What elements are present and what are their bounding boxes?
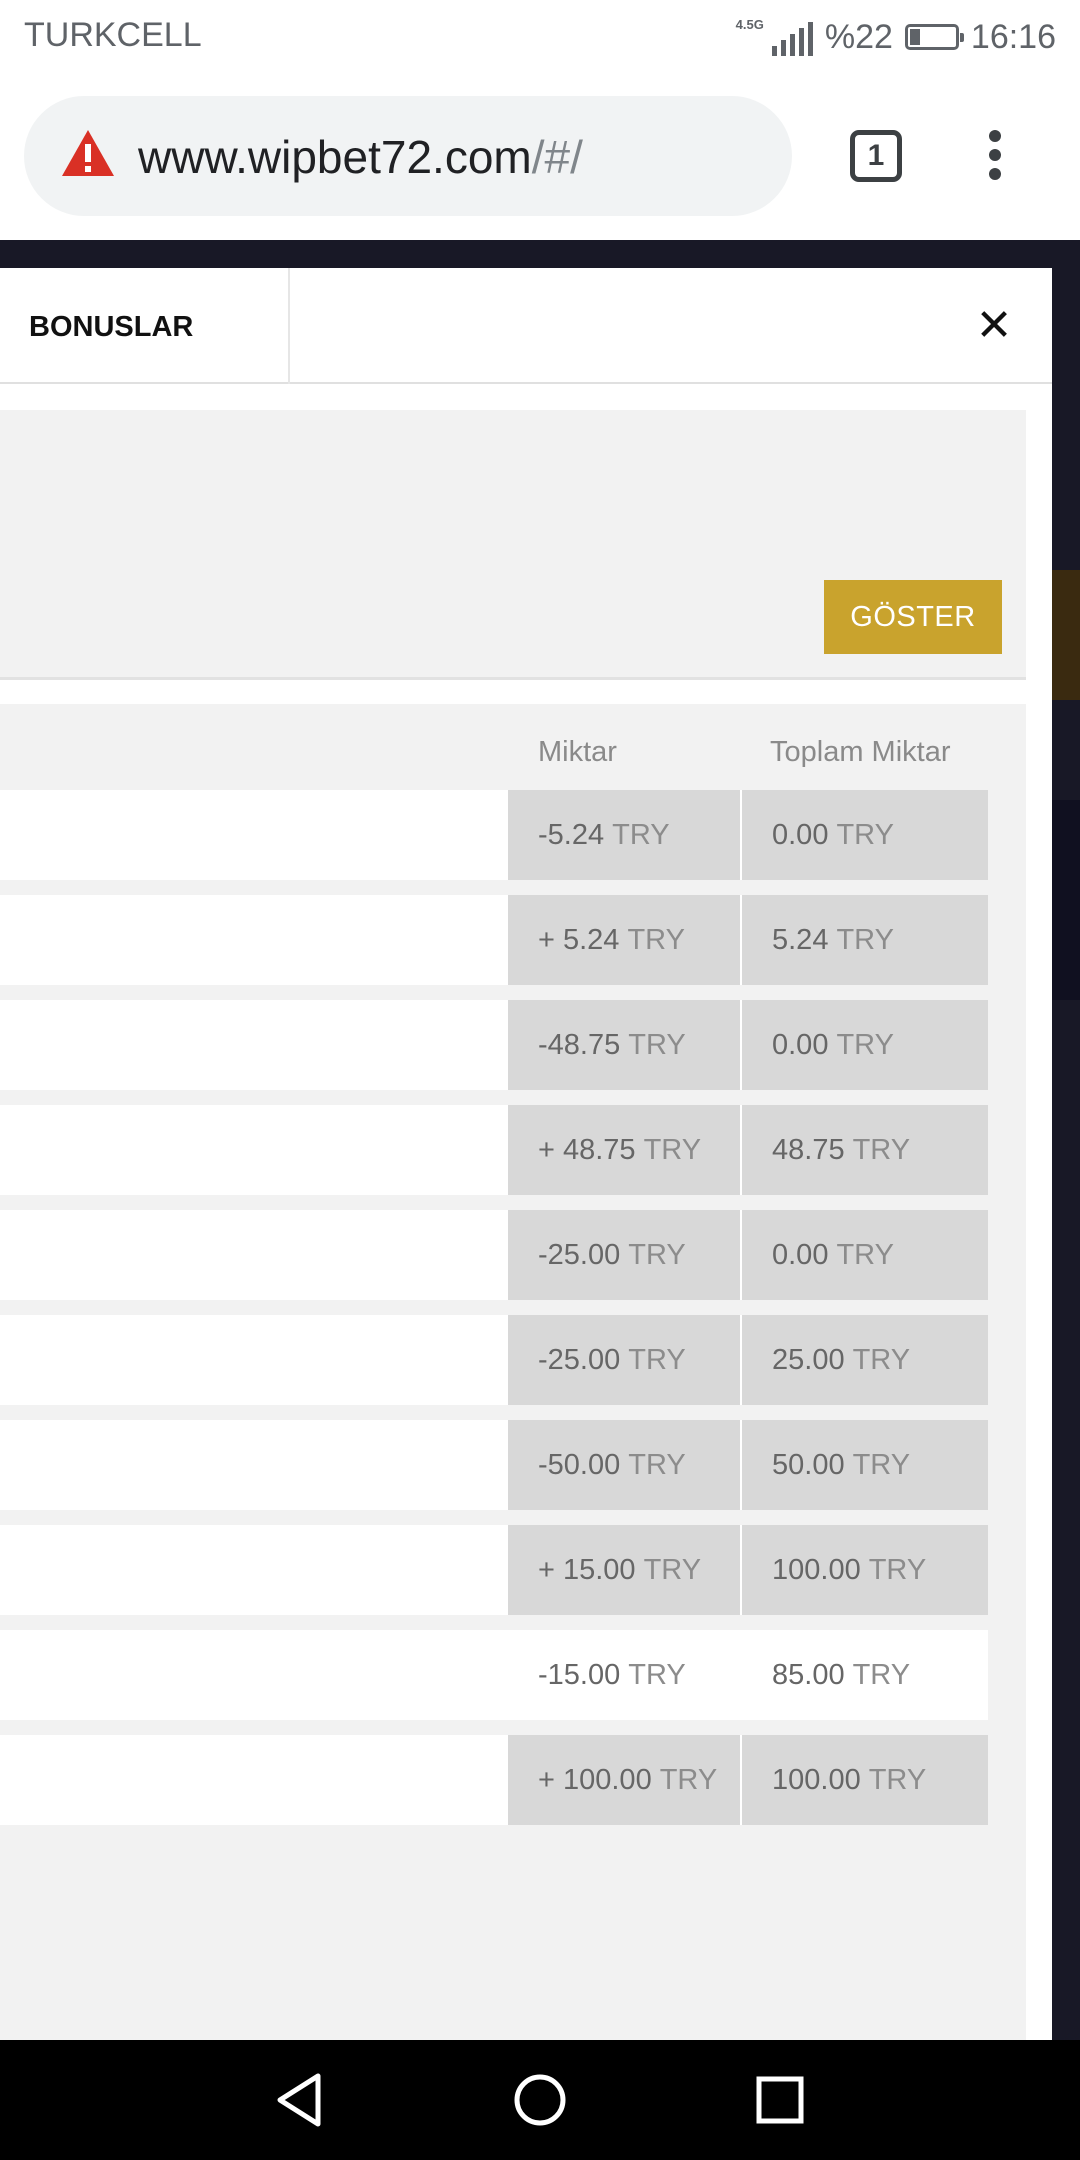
- home-circle-icon[interactable]: [510, 2070, 570, 2130]
- amount-cell: -5.24 TRY: [508, 790, 740, 880]
- table-row: + 15.00 TRY 100.00 TRY: [0, 1525, 988, 1615]
- total-cell: 5.24 TRY: [742, 895, 988, 985]
- battery-percent: %22: [824, 17, 893, 56]
- tab-bonuslar[interactable]: BONUSLAR: [0, 268, 290, 384]
- network-type: 4.5G: [735, 17, 764, 32]
- table-row: + 100.00 TRY 100.00 TRY: [0, 1735, 988, 1825]
- total-cell: 0.00 TRY: [742, 790, 988, 880]
- column-header-total: Toplam Miktar: [770, 736, 951, 768]
- column-header-amount: Miktar: [538, 736, 617, 768]
- warning-triangle-icon[interactable]: [60, 128, 116, 178]
- tab-switcher-button[interactable]: 1: [850, 130, 902, 182]
- amount-cell: + 100.00 TRY: [508, 1735, 740, 1825]
- more-vert-icon[interactable]: [980, 130, 1010, 186]
- close-icon[interactable]: ✕: [972, 304, 1016, 348]
- panel-header: BONUSLAR ✕: [0, 268, 1052, 384]
- recents-square-icon[interactable]: [750, 2070, 810, 2130]
- table-row: -15.00 TRY 85.00 TRY: [0, 1630, 988, 1720]
- browser-toolbar: www.wipbet72.com/#/ 1: [0, 74, 1080, 240]
- total-cell: 85.00 TRY: [742, 1630, 988, 1720]
- total-cell: 50.00 TRY: [742, 1420, 988, 1510]
- total-cell: 0.00 TRY: [742, 1000, 988, 1090]
- amount-cell: -25.00 TRY: [508, 1315, 740, 1405]
- amount-cell: + 5.24 TRY: [508, 895, 740, 985]
- total-cell: 0.00 TRY: [742, 1210, 988, 1300]
- tab-count: 1: [867, 139, 885, 172]
- table-row: -25.00 TRY 0.00 TRY: [0, 1210, 988, 1300]
- carrier-name: TURKCELL: [24, 16, 202, 54]
- total-cell: 100.00 TRY: [742, 1735, 988, 1825]
- amount-cell: -48.75 TRY: [508, 1000, 740, 1090]
- tab-bonuslar-label: BONUSLAR: [29, 311, 194, 343]
- table-row: + 48.75 TRY 48.75 TRY: [0, 1105, 988, 1195]
- table-row: -5.24 TRY 0.00 TRY: [0, 790, 988, 880]
- status-indicators: 4.5G %22 16:16: [736, 12, 1056, 62]
- total-cell: 100.00 TRY: [742, 1525, 988, 1615]
- address-bar[interactable]: www.wipbet72.com/#/: [24, 96, 792, 216]
- bonus-panel: BONUSLAR ✕ GÖSTER Miktar Toplam Miktar -…: [0, 268, 1052, 2040]
- back-triangle-icon[interactable]: [270, 2070, 330, 2130]
- total-cell: 48.75 TRY: [742, 1105, 988, 1195]
- filter-section: GÖSTER: [0, 410, 1026, 680]
- total-cell: 25.00 TRY: [742, 1315, 988, 1405]
- url-domain: www.wipbet72.com: [138, 131, 532, 183]
- battery-icon: [904, 24, 964, 50]
- table-row: -50.00 TRY 50.00 TRY: [0, 1420, 988, 1510]
- show-button[interactable]: GÖSTER: [824, 580, 1002, 654]
- transactions-table: Miktar Toplam Miktar -5.24 TRY 0.00 TRY + …: [0, 704, 1026, 2040]
- table-row: + 5.24 TRY 5.24 TRY: [0, 895, 988, 985]
- url-path: /#/: [531, 131, 583, 183]
- amount-cell: + 48.75 TRY: [508, 1105, 740, 1195]
- signal-icon: 4.5G: [736, 18, 813, 56]
- table-row: -25.00 TRY 25.00 TRY: [0, 1315, 988, 1405]
- amount-cell: -25.00 TRY: [508, 1210, 740, 1300]
- amount-cell: + 15.00 TRY: [508, 1525, 740, 1615]
- status-bar: TURKCELL 4.5G %22 16:16: [0, 0, 1080, 74]
- clock: 16:16: [970, 17, 1056, 56]
- url-text[interactable]: www.wipbet72.com/#/: [138, 130, 583, 184]
- table-row: -48.75 TRY 0.00 TRY: [0, 1000, 988, 1090]
- amount-cell: -15.00 TRY: [508, 1630, 740, 1720]
- system-nav-bar: [0, 2040, 1080, 2160]
- amount-cell: -50.00 TRY: [508, 1420, 740, 1510]
